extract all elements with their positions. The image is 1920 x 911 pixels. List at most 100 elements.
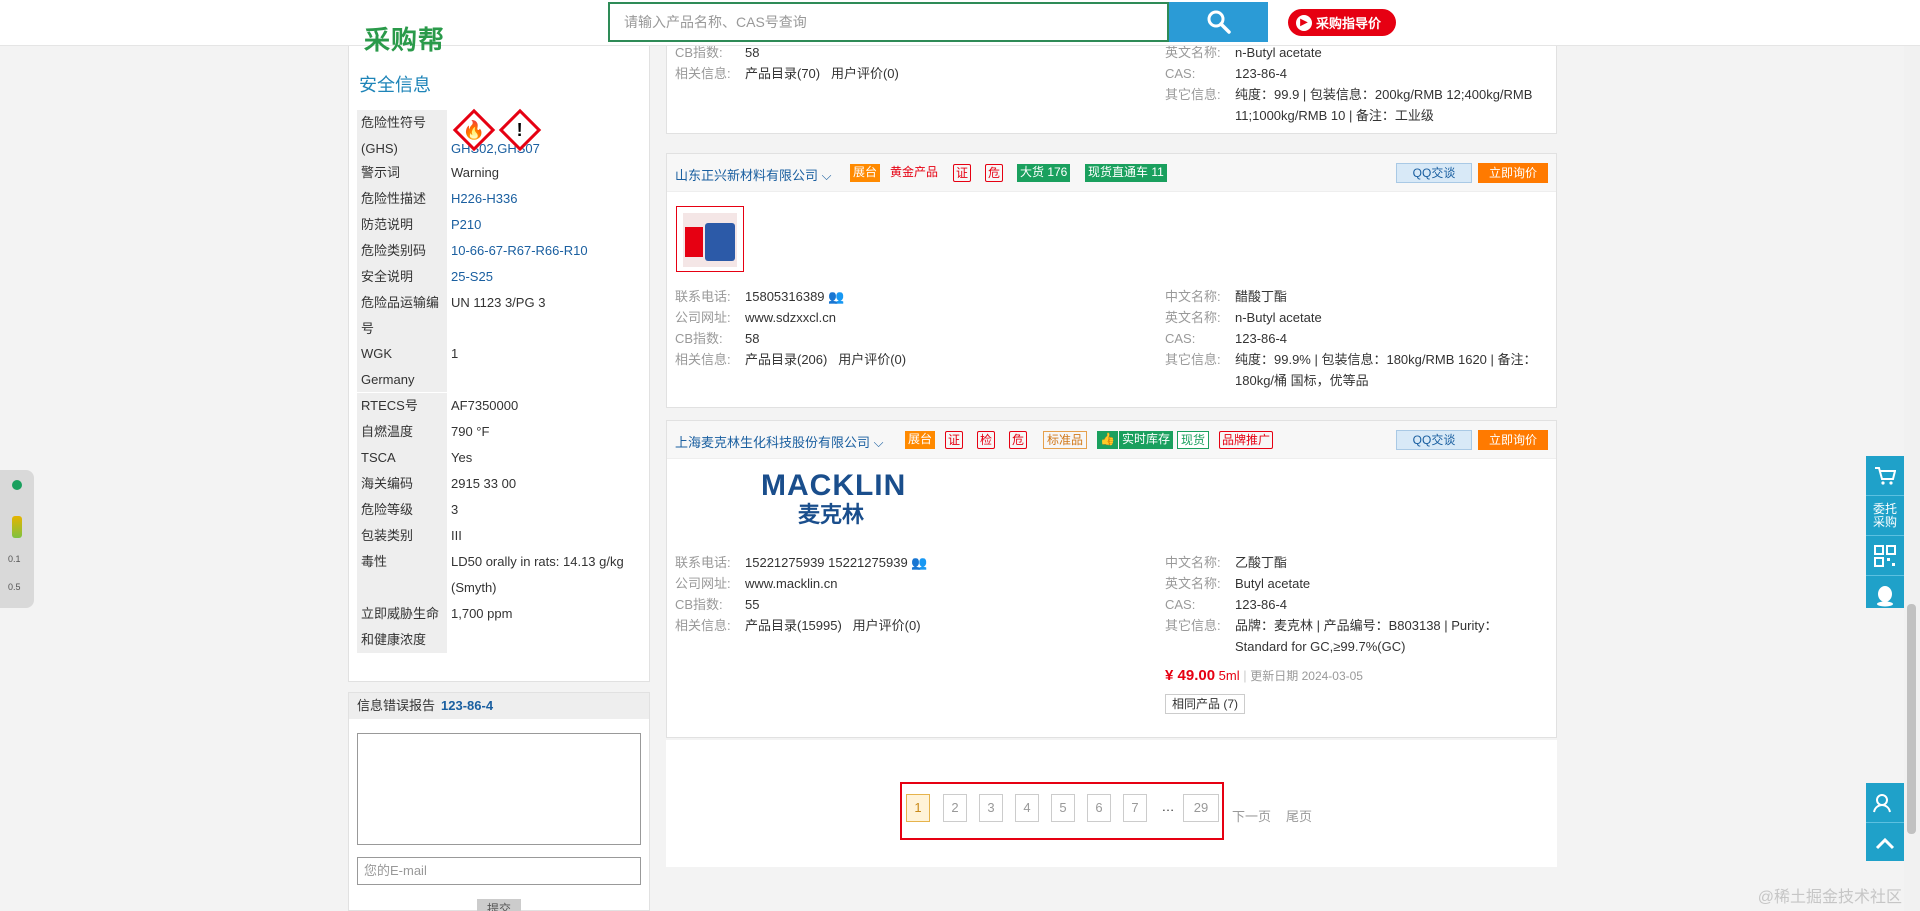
page-button[interactable]: … xyxy=(1156,794,1180,822)
cn-name-label: 中文名称: xyxy=(1165,555,1221,570)
review-link[interactable]: 用户评价(0) xyxy=(853,618,921,633)
other-label: 其它信息: xyxy=(1165,618,1221,633)
en-name-value: n-Butyl acetate xyxy=(1235,310,1322,325)
tag-standard[interactable]: 标准品 xyxy=(1043,431,1088,449)
search-input[interactable]: 请输入产品名称、CAS号查询 xyxy=(608,2,1169,42)
cart-icon[interactable] xyxy=(1866,456,1904,496)
contact-icon[interactable]: 👥 xyxy=(911,555,927,570)
supplier-card-2: 上海麦克林生化科技股份有限公司 ⌵ 展台 证 检 危 标准品 👍 实时库存 现货… xyxy=(666,420,1557,738)
same-products-button[interactable]: 相同产品 (7) xyxy=(1165,694,1246,714)
safety-row: 毒性 LD50 orally in rats: 14.13 g/kg (Smyth… xyxy=(357,549,641,601)
tag-cert[interactable]: 证 xyxy=(953,164,972,182)
safety-key: WGK Germany xyxy=(357,341,447,392)
price-guide-label: 采购指导价 xyxy=(1316,16,1382,31)
submit-button[interactable]: 提交 xyxy=(477,899,521,911)
tag-spot-express[interactable]: 现货直通车 11 xyxy=(1085,164,1167,182)
safety-value: LD50 orally in rats: 14.13 g/kg (Smyth) xyxy=(451,554,624,595)
tag-booth[interactable]: 展台 xyxy=(850,164,881,182)
report-header: 信息错误报告 123-86-4 xyxy=(349,693,649,719)
other-value: 纯度：99.9% | 包装信息：180kg/RMB 1620 | 备注：180k… xyxy=(1235,352,1537,388)
email-field[interactable]: 您的E-mail xyxy=(357,857,641,885)
page-button[interactable]: 2 xyxy=(943,794,967,822)
right-toolbar: 委托采购 xyxy=(1866,456,1904,608)
tag-brand-promo[interactable]: 品牌推广 xyxy=(1219,431,1274,449)
en-name-label: 英文名称: xyxy=(1165,310,1221,325)
company-name-link[interactable]: 山东正兴新材料有限公司 ⌵ xyxy=(675,165,831,184)
safety-row: 危险类别码 10-66-67-R67-R66-R10 xyxy=(357,238,641,264)
last-page-link[interactable]: 尾页 xyxy=(1286,806,1312,825)
tag-booth[interactable]: 展台 xyxy=(905,431,936,449)
qq-icon[interactable] xyxy=(1866,576,1904,616)
page-button[interactable]: 29 xyxy=(1183,794,1219,822)
supplier-card-1: 山东正兴新材料有限公司 ⌵ 展台 黄金产品 证 危 大货 176 现货直通车 1… xyxy=(666,153,1557,408)
review-link[interactable]: 用户评价(0) xyxy=(838,352,906,367)
search-button[interactable] xyxy=(1169,2,1268,42)
cas-value: 123-86-4 xyxy=(1235,331,1288,346)
search-bar: 请输入产品名称、CAS号查询 xyxy=(608,2,1268,42)
safety-key: RTECS号 xyxy=(357,393,447,419)
report-textarea[interactable] xyxy=(357,733,641,845)
ghs-pictograms: 🔥 ! xyxy=(452,108,542,152)
page-button[interactable]: 3 xyxy=(979,794,1003,822)
company-name-link[interactable]: 上海麦克林生化科技股份有限公司 ⌵ xyxy=(675,432,883,451)
product-thumbnail[interactable] xyxy=(676,206,744,272)
review-link[interactable]: 用户评价(0) xyxy=(831,66,899,81)
safety-value[interactable]: P210 xyxy=(447,212,641,238)
thumbs-up-icon[interactable]: 👍 xyxy=(1097,431,1118,449)
en-name-value: Butyl acetate xyxy=(1235,576,1311,591)
price-guide-button[interactable]: ▶ 采购指导价 xyxy=(1288,9,1396,36)
safety-value[interactable]: H226-H336 xyxy=(447,186,641,212)
tag-bulk[interactable]: 大货 176 xyxy=(1017,164,1071,182)
contact-icon[interactable]: 👥 xyxy=(828,289,844,304)
page-button[interactable]: 1 xyxy=(906,794,930,822)
safety-key: TSCA xyxy=(357,445,447,471)
inquiry-button[interactable]: 立即询价 xyxy=(1478,430,1548,450)
tag-realtime-stock[interactable]: 实时库存 xyxy=(1119,431,1174,449)
safety-value: 790 °F xyxy=(451,424,490,439)
safety-value: Yes xyxy=(451,450,473,465)
macklin-logo[interactable]: MACKLIN 麦克林 xyxy=(761,469,905,529)
tag-cert[interactable]: 证 xyxy=(945,431,964,449)
page-button[interactable]: 4 xyxy=(1015,794,1039,822)
catalog-link[interactable]: 产品目录(206) xyxy=(745,352,827,367)
next-page-link[interactable]: 下一页 xyxy=(1232,806,1271,825)
card1-right: 中文名称: 醋酸丁酯 英文名称: n-Butyl acetate CAS: 123-8… xyxy=(1165,286,1545,391)
safety-row: RTECS号 AF7350000 xyxy=(357,393,641,419)
page-button[interactable]: 6 xyxy=(1087,794,1111,822)
cas-label: CAS: xyxy=(1165,66,1196,81)
tag-danger[interactable]: 危 xyxy=(1009,431,1028,449)
card2-left: 联系电话: 15221275939 15221275939 👥 公司网址: www.… xyxy=(675,552,927,636)
tag-spot[interactable]: 现货 xyxy=(1177,431,1210,449)
web-link[interactable]: www.macklin.cn xyxy=(745,576,837,591)
page-button[interactable]: 7 xyxy=(1123,794,1147,822)
web-link[interactable]: www.sdzxxcl.cn xyxy=(745,310,836,325)
cb-label: CB指数: xyxy=(675,331,723,346)
catalog-link[interactable]: 产品目录(70) xyxy=(745,66,820,81)
tag-danger[interactable]: 危 xyxy=(985,164,1004,182)
page-button[interactable]: 5 xyxy=(1051,794,1075,822)
safety-key: 危险性描述 xyxy=(357,186,447,212)
site-logo[interactable]: 采购帮 xyxy=(364,20,445,57)
tag-inspect[interactable]: 检 xyxy=(977,431,996,449)
customer-service-icon[interactable] xyxy=(1866,783,1904,823)
back-to-top-icon[interactable] xyxy=(1866,823,1904,863)
qq-chat-button[interactable]: QQ交谈 xyxy=(1396,430,1472,450)
safety-value: 3 xyxy=(451,502,459,517)
tel-value: 15221275939 15221275939 xyxy=(745,555,908,570)
safety-key: 危险品运输编号 xyxy=(357,290,447,341)
related-label: 相关信息: xyxy=(675,66,731,81)
net-speed-widget[interactable]: 0.1 0.5 xyxy=(0,470,34,608)
card2-header: 上海麦克林生化科技股份有限公司 ⌵ 展台 证 检 危 标准品 👍 实时库存 现货… xyxy=(667,421,1556,459)
scrollbar-thumb[interactable] xyxy=(1907,604,1916,834)
inquiry-button[interactable]: 立即询价 xyxy=(1478,163,1548,183)
tag-gold[interactable]: 黄金产品 xyxy=(887,164,941,182)
web-label: 公司网址: xyxy=(675,576,731,591)
catalog-link[interactable]: 产品目录(15995) xyxy=(745,618,842,633)
qq-chat-button[interactable]: QQ交谈 xyxy=(1396,163,1472,183)
safety-key: 危险性符号(GHS) xyxy=(357,110,447,160)
entrust-purchase-button[interactable]: 委托采购 xyxy=(1866,496,1904,536)
report-cas[interactable]: 123-86-4 xyxy=(441,698,493,713)
safety-value[interactable]: 25-S25 xyxy=(447,264,641,290)
safety-value[interactable]: 10-66-67-R67-R66-R10 xyxy=(447,238,641,264)
qrcode-icon[interactable] xyxy=(1866,536,1904,576)
